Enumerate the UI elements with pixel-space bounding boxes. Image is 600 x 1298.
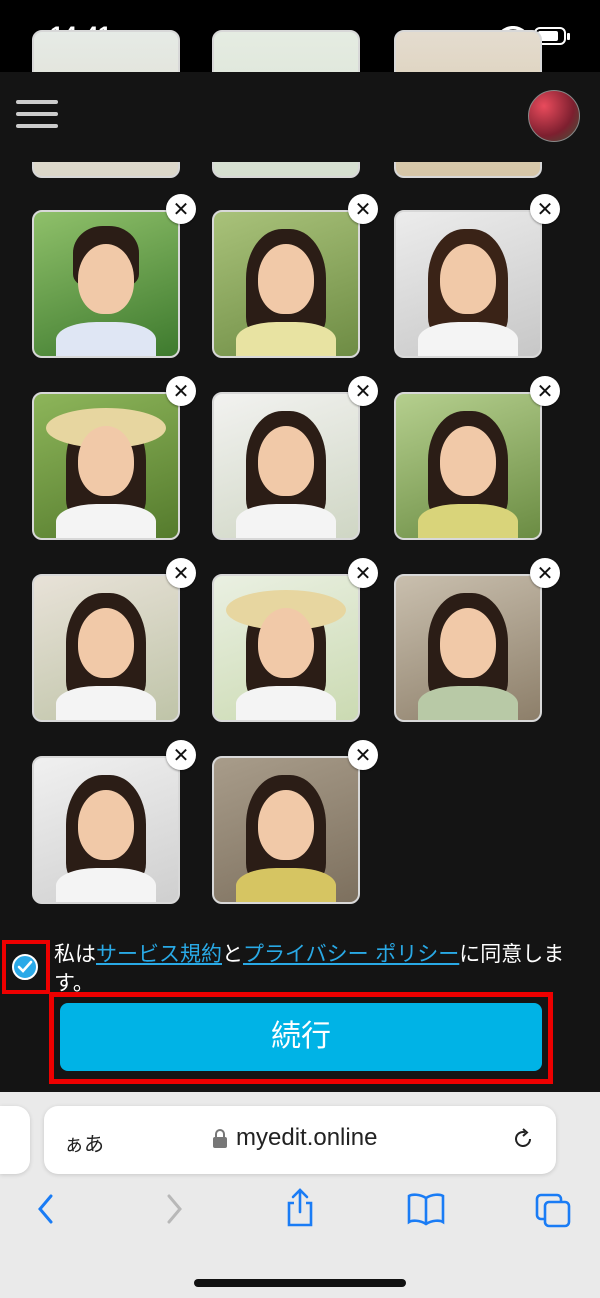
photo-thumbnail[interactable] <box>32 574 180 722</box>
hamburger-icon[interactable] <box>16 100 58 132</box>
consent-prefix: 私は <box>54 942 96 966</box>
reload-icon <box>515 1128 531 1147</box>
remove-photo-button[interactable]: ✕ <box>530 376 560 406</box>
browser-nav-toolbar <box>0 1188 600 1242</box>
share-icon <box>287 1188 313 1227</box>
photo-thumbnail[interactable] <box>212 392 360 540</box>
remove-photo-button[interactable]: ✕ <box>166 558 196 588</box>
consent-text: 私はサービス規約とプライバシー ポリシーに同意します。 <box>54 940 584 998</box>
terms-of-service-link[interactable]: サービス規約 <box>96 942 222 966</box>
previous-tab-peek[interactable] <box>0 1106 30 1174</box>
checkmark-icon <box>17 960 33 973</box>
continue-button[interactable]: 続行 <box>60 1003 542 1071</box>
browser-toolbar: ぁあ myedit.online <box>0 1092 600 1298</box>
bookmarks-icon <box>407 1193 445 1226</box>
address-bar[interactable]: ぁあ myedit.online <box>44 1106 556 1174</box>
url-text: myedit.online <box>236 1124 378 1151</box>
photo-thumbnail[interactable] <box>32 210 180 358</box>
remove-photo-button[interactable]: ✕ <box>348 558 378 588</box>
remove-photo-button[interactable]: ✕ <box>348 740 378 770</box>
privacy-policy-link[interactable]: プライバシー ポリシー <box>243 942 459 966</box>
remove-photo-button[interactable]: ✕ <box>530 194 560 224</box>
back-icon <box>38 1194 53 1224</box>
remove-photo-button[interactable]: ✕ <box>530 558 560 588</box>
photo-thumbnail[interactable] <box>394 574 542 722</box>
lock-icon <box>213 1129 227 1148</box>
consent-checkbox[interactable] <box>12 954 38 980</box>
avatar[interactable] <box>528 90 580 142</box>
forward-icon <box>167 1194 182 1224</box>
photo-thumbnail[interactable] <box>394 392 542 540</box>
remove-photo-button[interactable]: ✕ <box>348 194 378 224</box>
tabs-icon <box>535 1193 571 1228</box>
home-indicator <box>194 1279 406 1287</box>
remove-photo-button[interactable]: ✕ <box>166 376 196 406</box>
remove-photo-button[interactable]: ✕ <box>166 194 196 224</box>
photo-thumbnail[interactable] <box>32 756 180 904</box>
app-header <box>0 72 600 162</box>
consent-and: と <box>222 942 243 966</box>
photo-thumbnail[interactable] <box>32 392 180 540</box>
remove-photo-button[interactable]: ✕ <box>348 376 378 406</box>
reader-aa-button[interactable]: ぁあ <box>64 1128 104 1157</box>
photo-thumbnail[interactable] <box>212 574 360 722</box>
photo-thumbnail[interactable] <box>212 756 360 904</box>
photo-thumbnail[interactable] <box>394 210 542 358</box>
remove-photo-button[interactable]: ✕ <box>166 740 196 770</box>
photo-thumbnail[interactable] <box>212 210 360 358</box>
